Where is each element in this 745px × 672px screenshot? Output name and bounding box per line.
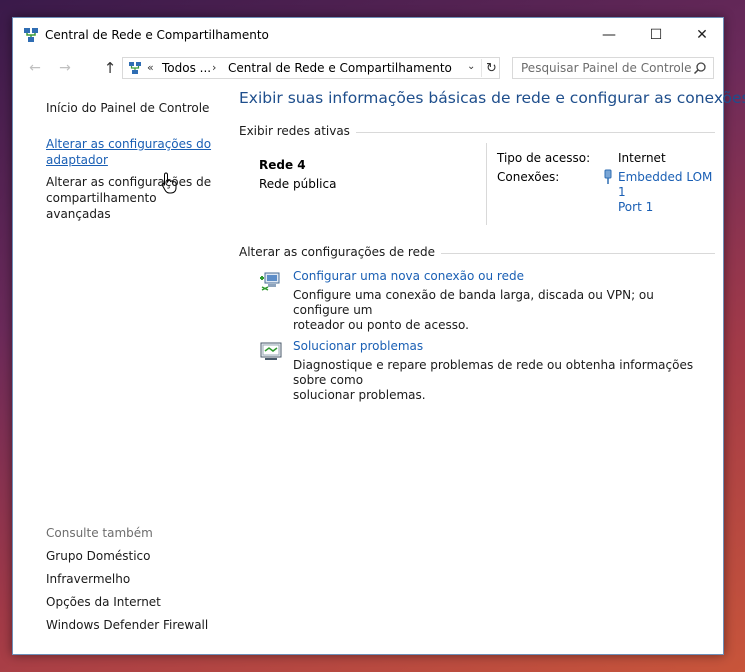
see-also-infrared[interactable]: Infravermelho (46, 572, 130, 586)
close-button[interactable]: ✕ (679, 18, 725, 51)
sidebar-item-sharing-settings[interactable]: Alterar as configurações de compartilham… (46, 174, 223, 222)
maximize-button[interactable]: ☐ (633, 18, 679, 51)
see-also-internet-options[interactable]: Opções da Internet (46, 595, 161, 609)
network-name: Rede 4 (259, 158, 306, 172)
control-panel-icon (129, 62, 141, 74)
connection-link-label: Embedded LOM 1 (618, 170, 713, 199)
active-networks-heading: Exibir redes ativas (239, 124, 356, 138)
search-input[interactable]: Pesquisar Painel de Controle (512, 57, 714, 79)
task-description-line: Configure uma conexão de banda larga, di… (293, 288, 654, 317)
sidebar-item-label: Alterar as configurações de (46, 175, 212, 189)
sidebar-item-label: Alterar as configurações do (46, 137, 212, 151)
divider (486, 143, 487, 225)
new-connection-icon (260, 272, 280, 291)
task-description-line: roteador ou ponto de acesso. (293, 318, 469, 332)
sidebar-item-label: adaptador (46, 153, 108, 167)
up-button[interactable]: ↑ (100, 59, 120, 77)
connections-label: Conexões: (497, 170, 560, 184)
task-description-line: Diagnostique e repare problemas de rede … (293, 358, 694, 387)
minimize-button[interactable]: — (586, 18, 632, 51)
network-type[interactable]: Rede pública (259, 177, 336, 191)
address-bar[interactable]: « Todos ... › Central de Rede e Comparti… (122, 57, 500, 79)
change-settings-heading: Alterar as configurações de rede (239, 245, 441, 259)
back-button[interactable]: ← (25, 59, 45, 77)
network-icon (24, 28, 38, 42)
task-description: Diagnostique e repare problemas de rede … (293, 358, 713, 403)
connection-link-label: Port 1 (618, 200, 654, 214)
task-description: Configure uma conexão de banda larga, di… (293, 288, 713, 333)
refresh-button[interactable]: ↻ (481, 59, 501, 77)
sidebar: Início do Painel de Controle Alterar as … (13, 85, 223, 655)
navigation-bar: ← → ↑ « Todos ... › Central de Rede e Co… (13, 51, 723, 85)
search-placeholder: Pesquisar Painel de Controle (521, 61, 692, 75)
search-icon[interactable] (693, 61, 707, 75)
sidebar-item-adapter-settings[interactable]: Alterar as configurações do adaptador (46, 136, 211, 168)
setup-connection-link[interactable]: Configurar uma nova conexão ou rede (293, 269, 524, 283)
troubleshoot-icon (260, 342, 282, 360)
window-title: Central de Rede e Compartilhamento (45, 28, 269, 42)
sidebar-item-label: compartilhamento avançadas (46, 191, 157, 221)
connection-link[interactable]: Embedded LOM 1 Port 1 (618, 170, 718, 215)
see-also-firewall[interactable]: Windows Defender Firewall (46, 618, 208, 632)
breadcrumb-separator[interactable]: › (212, 61, 216, 74)
network-sharing-center-window: Central de Rede e Compartilhamento — ☐ ✕… (12, 17, 745, 655)
breadcrumb-current[interactable]: Central de Rede e Compartilhamento (228, 61, 452, 75)
troubleshoot-link[interactable]: Solucionar problemas (293, 339, 423, 353)
address-dropdown-icon[interactable]: ⌄ (467, 61, 475, 72)
see-also-homegroup[interactable]: Grupo Doméstico (46, 549, 151, 563)
page-title: Exibir suas informações básicas de rede … (239, 89, 745, 107)
ethernet-icon (604, 169, 612, 184)
see-also-heading: Consulte também (46, 526, 153, 540)
title-bar[interactable]: Central de Rede e Compartilhamento — ☐ ✕ (13, 18, 723, 51)
task-description-line: solucionar problemas. (293, 388, 426, 402)
breadcrumb-all-items[interactable]: Todos ... (162, 61, 211, 75)
access-type-label: Tipo de acesso: (497, 151, 591, 165)
access-type-value: Internet (618, 151, 666, 165)
forward-button[interactable]: → (55, 59, 75, 77)
breadcrumb-overflow[interactable]: « (147, 61, 154, 74)
sidebar-item-home[interactable]: Início do Painel de Controle (46, 100, 209, 116)
